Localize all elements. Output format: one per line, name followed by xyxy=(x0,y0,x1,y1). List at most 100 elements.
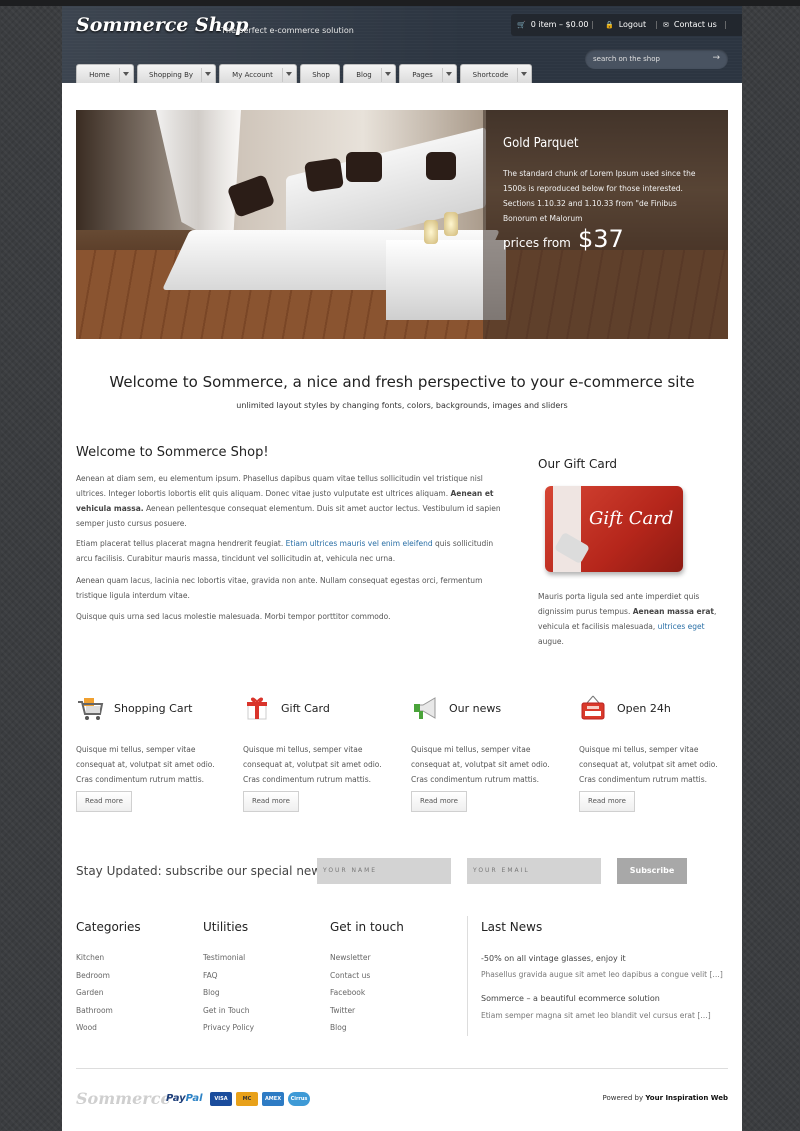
read-more-button[interactable]: Read more xyxy=(411,791,467,812)
footer-link[interactable]: Get in Touch xyxy=(203,1002,254,1020)
divider: | xyxy=(724,20,727,29)
feature-title: Gift Card xyxy=(281,702,330,715)
chevron-down-icon[interactable] xyxy=(201,68,215,82)
footer-col-title: Utilities xyxy=(203,920,249,934)
footer-link[interactable]: FAQ xyxy=(203,967,254,985)
nav-shortcode[interactable]: Shortcode xyxy=(460,64,532,83)
main-paragraph: Quisque quis urna sed lacus molestie mal… xyxy=(76,612,391,621)
footer-link[interactable]: Kitchen xyxy=(76,949,113,967)
footer-col-title: Categories xyxy=(76,920,141,934)
mail-icon: ✉ xyxy=(663,21,669,29)
nav-shopping-by[interactable]: Shopping By xyxy=(137,64,216,83)
welcome-title: Welcome to Sommerce, a nice and fresh pe… xyxy=(109,373,695,391)
powered-prefix: Powered by xyxy=(602,1094,646,1102)
inline-link[interactable]: Etiam ultrices mauris vel enim eleifend xyxy=(286,539,433,548)
read-more-button[interactable]: Read more xyxy=(243,791,299,812)
news-item-title[interactable]: Sommerce – a beautiful ecommerce solutio… xyxy=(481,994,660,1003)
subscribe-button[interactable]: Subscribe xyxy=(617,858,687,884)
cart-icon: 🛒 xyxy=(517,21,526,29)
nav-blog[interactable]: Blog xyxy=(343,64,396,83)
nav-label: My Account xyxy=(232,71,273,79)
footer-link[interactable]: Facebook xyxy=(330,984,371,1002)
footer-link[interactable]: Wood xyxy=(76,1019,113,1037)
feature-title: Open 24h xyxy=(617,702,671,715)
news-item-text: Etiam semper magna sit amet leo blandit … xyxy=(481,1011,711,1020)
chevron-down-icon[interactable] xyxy=(119,68,133,82)
slide-image-lantern xyxy=(424,220,438,244)
nav-shop[interactable]: Shop xyxy=(300,64,340,83)
cart-link[interactable]: 🛒 0 item – $0.00 xyxy=(517,20,588,29)
gift-card-image[interactable]: Gift Card xyxy=(545,486,683,572)
newsletter-name-input[interactable]: YOUR NAME xyxy=(317,858,451,884)
slide-image-cushion xyxy=(304,157,344,193)
divider: | xyxy=(591,20,594,29)
powered-link[interactable]: Your Inspiration Web xyxy=(645,1094,728,1102)
contact-link[interactable]: ✉ Contact us xyxy=(663,20,717,29)
nav-label: Shop xyxy=(312,71,330,79)
amex-card-icon: AMEX xyxy=(262,1092,284,1106)
footer-link[interactable]: Newsletter xyxy=(330,949,371,967)
site-header: Sommerce Shop The perfect e-commerce sol… xyxy=(62,6,742,83)
divider: | xyxy=(655,20,658,29)
nav-label: Shortcode xyxy=(472,71,509,79)
gift-card-text-block: Mauris porta ligula sed ante imperdiet q… xyxy=(538,589,732,649)
slide-image-cushion xyxy=(426,152,456,180)
nav-label: Blog xyxy=(356,71,372,79)
text: Aenean at diam sem, eu elementum ipsum. … xyxy=(76,474,483,498)
chevron-down-icon[interactable] xyxy=(517,68,531,82)
feature-text: Quisque mi tellus, semper vitae consequa… xyxy=(76,745,215,784)
main-paragraph: Etiam placerat tellus placerat magna hen… xyxy=(76,536,506,566)
footer-link[interactable]: Blog xyxy=(330,1019,371,1037)
newsletter-email-input[interactable]: YOUR EMAIL xyxy=(467,858,601,884)
footer-logo: Sommerce xyxy=(76,1089,171,1108)
feature-text: Quisque mi tellus, semper vitae consequa… xyxy=(579,745,718,784)
search-input[interactable]: search on the shop → xyxy=(585,49,728,69)
bold-text: Aenean massa erat xyxy=(632,607,714,616)
news-item-title[interactable]: -50% on all vintage glasses, enjoy it xyxy=(481,954,626,963)
cart-summary: 0 item – $0.00 xyxy=(530,20,589,29)
inline-link[interactable]: ultrices eget xyxy=(658,622,705,631)
paypal-logo-part: Pay xyxy=(166,1093,186,1104)
footer-link[interactable]: Contact us xyxy=(330,967,371,985)
site-tagline: The perfect e-commerce solution xyxy=(221,26,354,35)
read-more-button[interactable]: Read more xyxy=(76,791,132,812)
footer-link[interactable]: Privacy Policy xyxy=(203,1019,254,1037)
nav-pages[interactable]: Pages xyxy=(399,64,457,83)
slide-title: Gold Parquet xyxy=(503,136,579,151)
price-label: prices from xyxy=(503,236,571,250)
slide-image-lantern xyxy=(444,212,458,236)
chevron-down-icon[interactable] xyxy=(442,68,456,82)
main-heading: Welcome to Sommerce Shop! xyxy=(76,445,269,460)
footer-link[interactable]: Testimonial xyxy=(203,949,254,967)
feature-text: Quisque mi tellus, semper vitae consequa… xyxy=(411,745,550,784)
chevron-down-icon[interactable] xyxy=(381,68,395,82)
footer-link[interactable]: Garden xyxy=(76,984,113,1002)
last-news-title: Last News xyxy=(481,920,543,934)
feature-title: Our news xyxy=(449,702,502,715)
footer-col-list: Newsletter Contact us Facebook Twitter B… xyxy=(330,949,371,1037)
main-paragraph: Aenean at diam sem, eu elementum ipsum. … xyxy=(76,471,506,531)
welcome-subtitle: unlimited layout styles by changing font… xyxy=(236,401,568,410)
footer-col-title: Get in touch xyxy=(330,920,404,934)
footer-link[interactable]: Bedroom xyxy=(76,967,113,985)
main-paragraph: Aenean quam lacus, lacinia nec lobortis … xyxy=(76,576,483,600)
feature-title: Shopping Cart xyxy=(114,702,193,715)
price-value: $37 xyxy=(577,225,624,253)
gift-icon xyxy=(247,697,267,720)
footer-link[interactable]: Bathroom xyxy=(76,1002,113,1020)
nav-home[interactable]: Home xyxy=(76,64,134,83)
footer-link[interactable]: Twitter xyxy=(330,1002,371,1020)
logout-link[interactable]: 🔒 Logout xyxy=(605,20,646,29)
nav-my-account[interactable]: My Account xyxy=(219,64,297,83)
hero-slider[interactable]: Gold Parquet The standard chunk of Lorem… xyxy=(76,110,728,339)
user-bar: 🛒 0 item – $0.00 | 🔒 Logout | ✉ Contact us … xyxy=(511,14,742,36)
read-more-button[interactable]: Read more xyxy=(579,791,635,812)
slide-price: prices from $37 xyxy=(503,225,624,253)
search-submit-icon[interactable]: → xyxy=(712,53,720,63)
powered-by: Powered by Your Inspiration Web xyxy=(603,1094,728,1102)
chevron-down-icon[interactable] xyxy=(282,68,296,82)
mastercard-icon: MC xyxy=(236,1092,258,1106)
news-item-text: Phasellus gravida augue sit amet leo dap… xyxy=(481,970,723,979)
footer-link[interactable]: Blog xyxy=(203,984,254,1002)
paypal-logo-part: Pal xyxy=(185,1093,203,1104)
